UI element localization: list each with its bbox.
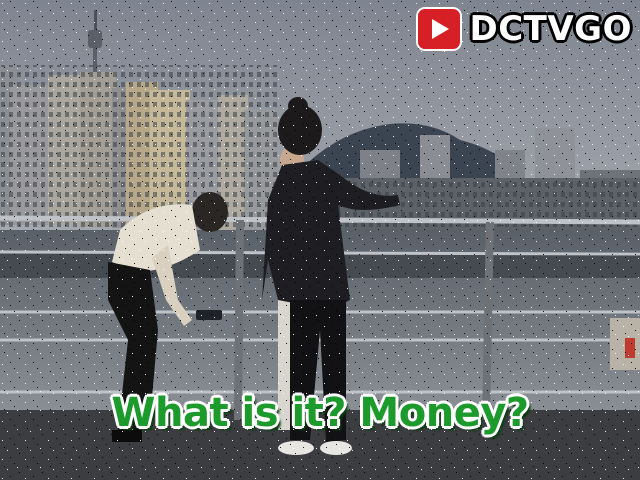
subtitle-caption: What is it? Money? xyxy=(111,390,529,436)
channel-name: DCTVGO xyxy=(469,9,632,49)
video-frame: DCTVGO What is it? Money? xyxy=(0,0,640,480)
channel-branding: DCTVGO xyxy=(415,6,633,52)
youtube-play-icon xyxy=(415,7,462,51)
